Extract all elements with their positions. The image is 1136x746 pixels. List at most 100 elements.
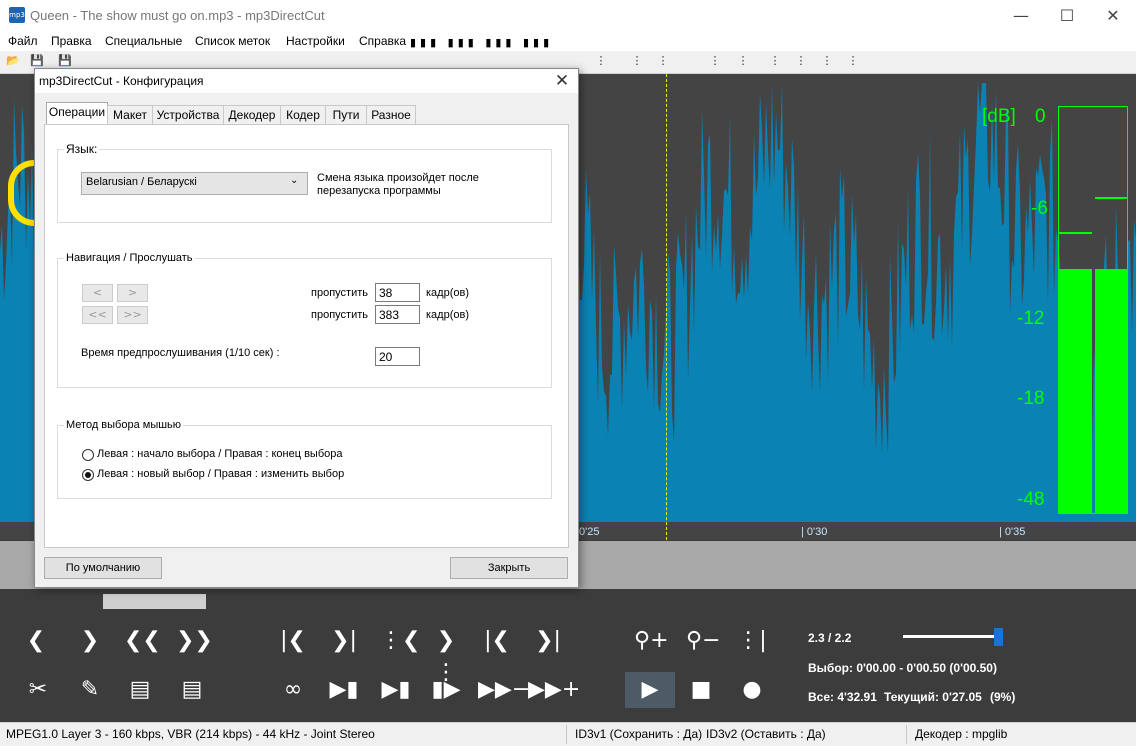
language-dropdown[interactable]: Belarusian / Беларускі ⌄	[81, 172, 308, 195]
skip-label-small: пропустить	[311, 287, 368, 299]
skip-label-big: пропустить	[311, 309, 368, 321]
tab-layout[interactable]: Макет	[107, 105, 153, 125]
prev-icon[interactable]: ❮	[20, 625, 52, 657]
move-left-icon[interactable]: ⋮	[768, 54, 782, 68]
skip-small-input[interactable]: 38	[375, 283, 420, 302]
split-icon[interactable]: ⋮	[708, 54, 722, 68]
play-icon[interactable]: ▶	[634, 674, 666, 706]
sel-end-left-icon[interactable]: ⋮❮	[380, 625, 420, 657]
vu-meter-right	[1095, 269, 1128, 513]
marker-icon[interactable]: ⋮	[594, 54, 608, 68]
tab-operations[interactable]: Операции	[46, 102, 108, 126]
playback-cursor	[666, 74, 667, 540]
mouse-option-2-radio[interactable]	[82, 469, 94, 481]
db-unit-label: [dB]	[982, 106, 1016, 127]
play-selection-icon[interactable]: ▶▮	[328, 674, 360, 706]
mouse-option-1-radio[interactable]	[82, 449, 94, 461]
selection-info: Выбор: 0'00.00 - 0'00.50 (0'00.50)	[808, 661, 997, 675]
status-divider	[906, 725, 907, 744]
menu-file[interactable]: Файл	[8, 34, 38, 48]
stop-icon[interactable]: ■	[685, 674, 717, 706]
menu-settings[interactable]: Настройки	[286, 34, 345, 48]
marker-next-icon[interactable]: ⋮	[656, 54, 670, 68]
language-note-2: перезапуска программы	[317, 185, 441, 197]
time-label-35: | 0'35	[999, 526, 1026, 538]
zoom-out-icon[interactable]: ⚲−	[686, 625, 721, 657]
dialog-title: mp3DirectCut - Конфигурация	[39, 74, 204, 88]
tab-misc[interactable]: Разное	[366, 105, 416, 125]
defaults-button[interactable]: По умолчанию	[44, 557, 162, 579]
db-scale-48: -48	[1017, 489, 1045, 510]
tab-panel: Язык: Belarusian / Беларускі ⌄ Смена язы…	[44, 124, 569, 548]
menu-edit[interactable]: Правка	[51, 34, 92, 48]
overview-selection[interactable]	[103, 594, 206, 609]
menu-bar: Файл Правка Специальные Список меток Нас…	[0, 31, 1136, 51]
tab-devices[interactable]: Устройства	[152, 105, 224, 125]
sel-end-right-icon[interactable]: ❯⋮	[430, 625, 462, 685]
vu-peak-left	[1059, 232, 1092, 234]
dialog-close-icon[interactable]: ✕	[547, 69, 577, 93]
language-group-label: Язык:	[64, 142, 100, 156]
zoom-fit-icon[interactable]: ⋮|	[736, 625, 768, 657]
marker-prev-icon[interactable]: ⋮	[630, 54, 644, 68]
volume-slider-thumb[interactable]	[994, 628, 1003, 646]
play-start-icon[interactable]: ▮▶	[430, 674, 462, 706]
go-end-icon[interactable]: ❯|	[532, 625, 564, 657]
menu-toolbar-icons: ▮▮▮ ▮▮▮ ▮▮▮ ▮▮▮	[410, 36, 554, 49]
sel-start-left-icon[interactable]: |❮	[277, 625, 309, 657]
open-icon[interactable]: 📂	[6, 54, 20, 68]
edit-icon[interactable]: ✎	[74, 674, 106, 706]
status-divider	[566, 725, 567, 744]
menu-special[interactable]: Специальные	[105, 34, 182, 48]
db-scale-6: -6	[1031, 198, 1048, 219]
mouse-option-1-label[interactable]: Левая : начало выбора / Правая : конец в…	[97, 448, 343, 460]
menu-cue-list[interactable]: Список меток	[195, 34, 270, 48]
frames-label-small: кадр(ов)	[426, 287, 469, 299]
go-start-icon[interactable]: |❮	[481, 625, 513, 657]
sel-start-right-icon[interactable]: ❯|	[328, 625, 360, 657]
title-bar: mp3 Queen - The show must go on.mp3 - mp…	[0, 0, 1136, 31]
speed-down-icon[interactable]: ▶▶−	[478, 674, 530, 706]
speed-up-icon[interactable]: ▶▶+	[528, 674, 580, 706]
close-dialog-button[interactable]: Закрыть	[450, 557, 568, 579]
save-icon[interactable]: 💾	[30, 54, 44, 68]
loop-icon[interactable]: ∞	[277, 674, 309, 706]
save-as-icon[interactable]: 💾	[58, 54, 72, 68]
nav-next-big-button[interactable]: >>	[117, 306, 148, 324]
next-icon[interactable]: ❯	[74, 625, 106, 657]
nav-next-button[interactable]: >	[117, 284, 148, 302]
vu-peak-right	[1095, 197, 1128, 199]
move-right-icon[interactable]: ⋮	[794, 54, 808, 68]
minimize-button[interactable]: —	[998, 0, 1044, 31]
tab-encoder[interactable]: Кодер	[280, 105, 326, 125]
maximize-button[interactable]: ☐	[1044, 0, 1090, 31]
status-id3v1: ID3v1 (Сохранить : Да)	[575, 727, 703, 741]
move-both2-icon[interactable]: ⋮	[846, 54, 860, 68]
close-window-button[interactable]: ✕	[1090, 0, 1136, 31]
preview-time-label: Время предпрослушивания (1/10 сек) :	[81, 347, 280, 359]
fast-forward-icon[interactable]: ❯❯	[176, 625, 213, 657]
preview-time-input[interactable]: 20	[375, 347, 420, 366]
play-end-icon[interactable]: ▶▮	[380, 674, 412, 706]
zoom-in-icon[interactable]: ⚲+	[634, 625, 669, 657]
navigation-group-label: Навигация / Прослушать	[64, 252, 195, 264]
tab-decoder[interactable]: Декодер	[223, 105, 281, 125]
volume-track[interactable]	[903, 635, 1003, 638]
skip-big-input[interactable]: 383	[375, 305, 420, 324]
nav-prev-big-button[interactable]: <<	[82, 306, 113, 324]
fast-back-icon[interactable]: ❮❮	[124, 625, 161, 657]
tab-paths[interactable]: Пути	[325, 105, 367, 125]
split-all-icon[interactable]: ⋮	[736, 54, 750, 68]
time-label-30: | 0'30	[801, 526, 828, 538]
dialog-title-bar: mp3DirectCut - Конфигурация ✕	[35, 69, 578, 93]
mouse-option-2-label[interactable]: Левая : новый выбор / Правая : изменить …	[97, 468, 344, 480]
nav-prev-button[interactable]: <	[82, 284, 113, 302]
cut-icon[interactable]: ✂	[22, 674, 54, 706]
status-decoder: Декодер : mpglib	[915, 727, 1008, 741]
menu-help[interactable]: Справка	[359, 34, 406, 48]
zoom-ratio: 2.3 / 2.2	[808, 631, 852, 645]
fade-in-icon[interactable]: ▤	[124, 674, 156, 706]
fade-out-icon[interactable]: ▤	[176, 674, 208, 706]
record-icon[interactable]: ●	[736, 674, 768, 706]
move-both-icon[interactable]: ⋮	[820, 54, 834, 68]
